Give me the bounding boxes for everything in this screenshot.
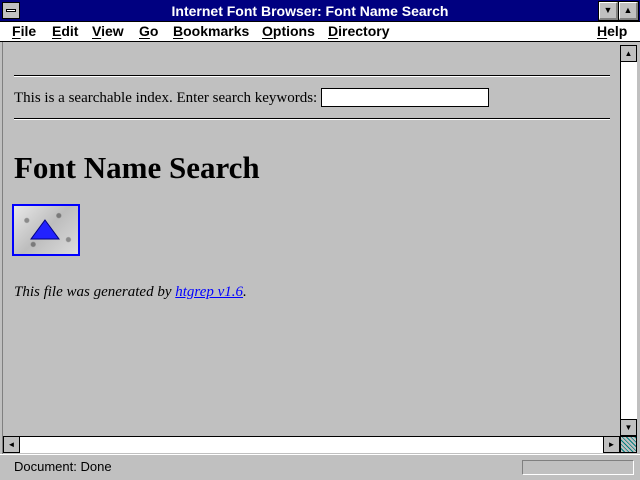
browser-window: Internet Font Browser: Font Name Search … xyxy=(0,0,640,480)
document-view: This is a searchable index. Enter search… xyxy=(3,46,620,436)
maximize-button[interactable]: ▲ xyxy=(618,1,639,21)
generated-prefix: This file was generated by xyxy=(14,284,176,300)
menu-bookmarks[interactable]: Bookmarks xyxy=(173,22,249,41)
search-prompt: This is a searchable index. Enter search… xyxy=(14,90,318,106)
horizontal-scrollbar[interactable]: ◄ ► xyxy=(3,436,620,453)
system-menu-icon[interactable] xyxy=(2,2,20,19)
scroll-left-button[interactable]: ◄ xyxy=(3,436,20,453)
menu-options[interactable]: Options xyxy=(262,22,315,41)
menu-edit[interactable]: Edit xyxy=(52,22,78,41)
scroll-right-button[interactable]: ► xyxy=(603,436,620,453)
size-grip[interactable] xyxy=(620,436,637,453)
window-title: Internet Font Browser: Font Name Search xyxy=(171,3,449,19)
up-triangle-icon xyxy=(30,219,60,240)
minimize-icon: ▼ xyxy=(603,5,613,15)
scroll-down-button[interactable]: ▼ xyxy=(620,419,637,436)
page-title: Font Name Search xyxy=(14,150,260,185)
title-bar[interactable]: Internet Font Browser: Font Name Search … xyxy=(0,0,640,22)
status-bar: Document: Done xyxy=(0,454,640,480)
horizontal-rule xyxy=(14,75,610,77)
scroll-right-arrow-icon: ► xyxy=(607,440,616,449)
menu-directory[interactable]: Directory xyxy=(328,22,389,41)
menu-go[interactable]: Go xyxy=(139,22,158,41)
maximize-icon: ▲ xyxy=(623,5,633,15)
scroll-left-arrow-icon: ◄ xyxy=(7,440,16,449)
minimize-button[interactable]: ▼ xyxy=(598,1,619,21)
up-image-button[interactable] xyxy=(12,204,80,256)
menu-bar: File Edit View Go Bookmarks Options Dire… xyxy=(0,22,640,42)
generated-by-line: This file was generated by htgrep v1.6. xyxy=(14,282,247,302)
menu-view[interactable]: View xyxy=(92,22,124,41)
generated-suffix: . xyxy=(243,284,247,300)
status-text: Document: Done xyxy=(14,459,112,474)
vertical-scrollbar[interactable]: ▲ ▼ xyxy=(620,45,637,436)
scroll-up-arrow-icon: ▲ xyxy=(624,49,633,58)
menu-help[interactable]: Help xyxy=(597,22,627,41)
htgrep-link[interactable]: htgrep v1.6 xyxy=(175,284,243,300)
horizontal-rule xyxy=(14,118,610,120)
scroll-down-arrow-icon: ▼ xyxy=(624,423,633,432)
search-input[interactable] xyxy=(321,88,489,107)
menu-file[interactable]: File xyxy=(12,22,36,41)
scroll-up-button[interactable]: ▲ xyxy=(620,45,637,62)
progress-indicator xyxy=(522,460,634,475)
